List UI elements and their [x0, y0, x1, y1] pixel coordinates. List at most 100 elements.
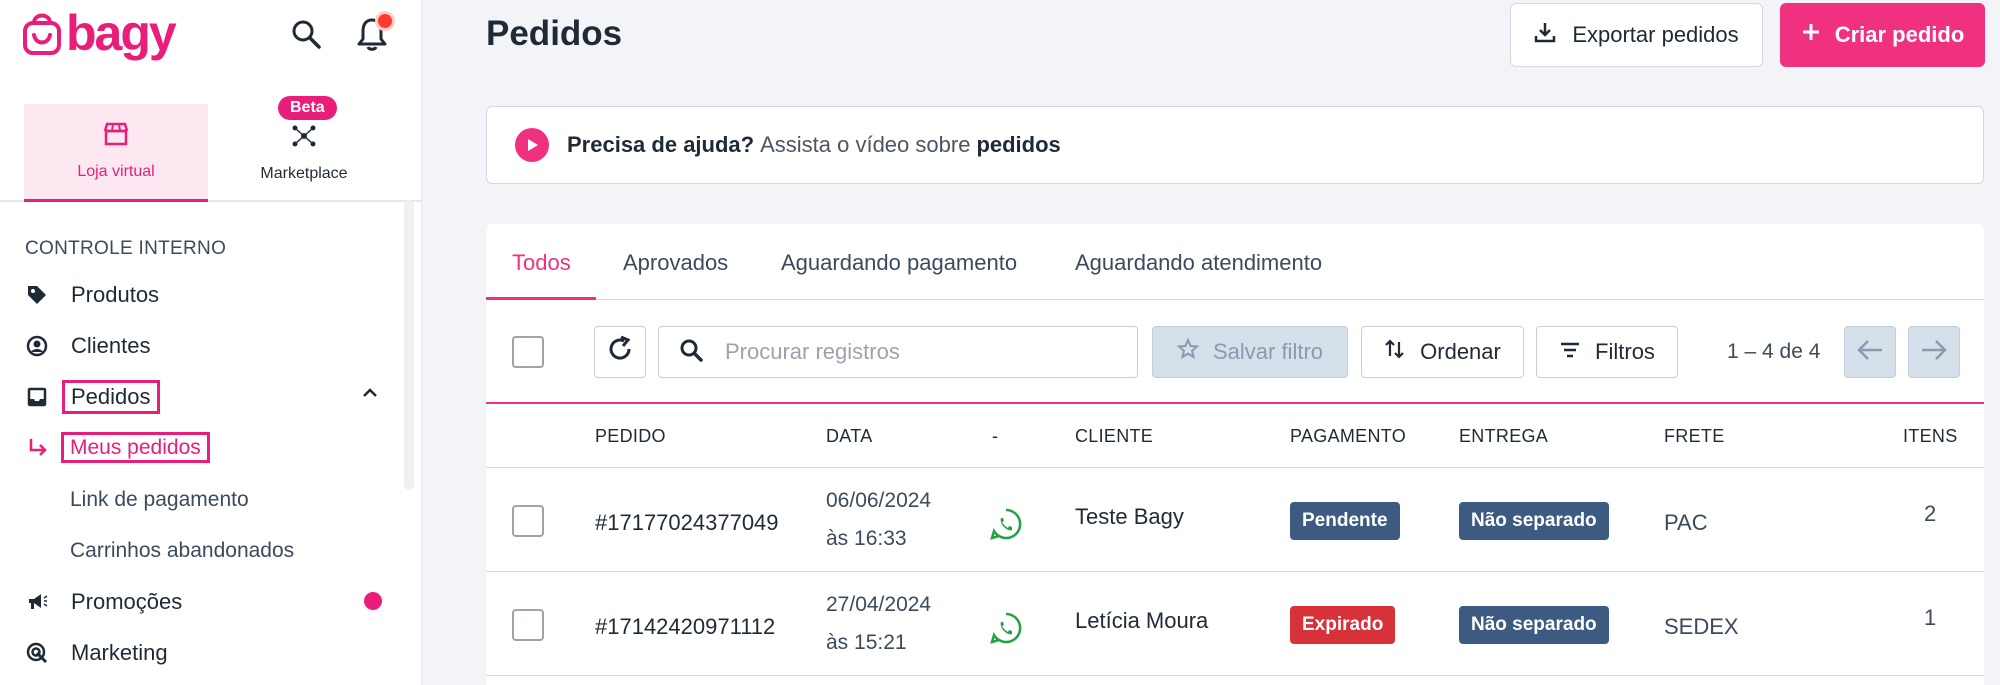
col-cliente[interactable]: CLIENTE: [1075, 426, 1153, 447]
order-date: 27/04/2024 às 15:21: [826, 586, 931, 662]
store-tab-label: Loja virtual: [77, 163, 155, 180]
prev-page-button[interactable]: [1844, 326, 1896, 378]
shipping-method: PAC: [1664, 510, 1708, 535]
col-pagamento[interactable]: PAGAMENTO: [1290, 426, 1406, 447]
refresh-button[interactable]: [594, 326, 646, 378]
table-toolbar: Salvar filtro Ordenar Filtros 1 – 4 de 4: [486, 300, 1984, 404]
tab-todos[interactable]: Todos: [512, 250, 571, 276]
orders-card: Todos Aprovados Aguardando pagamento Agu…: [486, 224, 1984, 685]
store-icon: [103, 122, 129, 151]
pagination-info: 1 – 4 de 4: [1727, 340, 1821, 363]
sidebar-scrollbar[interactable]: [404, 200, 414, 490]
sidebar-subitem-carrinhos[interactable]: Carrinhos abandonados: [70, 539, 294, 563]
notification-dot: [378, 14, 392, 28]
filters-label: Filtros: [1595, 339, 1655, 364]
user-circle-icon: [25, 334, 49, 358]
brand-name: bagy: [66, 5, 177, 61]
sidebar-item-marketing[interactable]: Marketing: [25, 635, 168, 671]
help-video-banner[interactable]: Precisa de ajuda? Assista o vídeo sobre …: [486, 106, 1984, 184]
help-lead: Precisa de ajuda?: [567, 132, 755, 157]
row-checkbox[interactable]: [512, 609, 544, 641]
sidebar-item-produtos[interactable]: Produtos: [25, 277, 159, 313]
client-name[interactable]: Teste Bagy: [1075, 504, 1184, 530]
order-date-time: às 15:21: [826, 631, 907, 654]
sidebar-item-label: Promoções: [71, 589, 183, 614]
create-order-button[interactable]: Criar pedido: [1780, 3, 1985, 67]
payment-status-badge: Pendente: [1290, 502, 1400, 540]
sidebar-item-label: Pedidos: [62, 380, 160, 414]
plus-icon: [1801, 22, 1821, 48]
sub-item-arrow-icon: [26, 436, 50, 465]
save-filter-label: Salvar filtro: [1212, 339, 1324, 364]
export-orders-button[interactable]: Exportar pedidos: [1510, 3, 1763, 67]
client-name[interactable]: Letícia Moura: [1075, 608, 1208, 634]
notification-bell-icon[interactable]: [352, 14, 392, 54]
next-page-button[interactable]: [1908, 326, 1960, 378]
search-icon: [679, 338, 703, 367]
bag-icon: [23, 13, 61, 55]
target-icon: [25, 641, 49, 665]
order-status-tabs: Todos Aprovados Aguardando pagamento Agu…: [486, 224, 1984, 300]
delivery-status-badge: Não separado: [1459, 606, 1609, 644]
item-count: 1: [1924, 605, 1937, 630]
sidebar-item-label: Produtos: [71, 282, 160, 307]
tab-aguardando-pagamento[interactable]: Aguardando pagamento: [781, 250, 1017, 276]
promo-indicator-dot: [364, 592, 382, 610]
arrow-left-icon: [1856, 339, 1884, 366]
row-checkbox[interactable]: [512, 505, 544, 537]
section-title: CONTROLE INTERNO: [25, 238, 227, 259]
col-itens[interactable]: ITENS: [1903, 426, 1958, 447]
export-orders-label: Exportar pedidos: [1572, 22, 1739, 47]
sort-icon: [1384, 338, 1406, 366]
refresh-icon: [606, 335, 634, 369]
sidebar-item-label: Marketing: [71, 640, 168, 665]
shipping-method: SEDEX: [1664, 614, 1739, 639]
order-date: 06/06/2024 às 16:33: [826, 482, 931, 558]
tag-icon: [25, 283, 49, 307]
sidebar-item-promocoes[interactable]: Promoções: [25, 584, 182, 620]
table-header: PEDIDO DATA - CLIENTE PAGAMENTO ENTREGA …: [486, 404, 1984, 468]
search-icon[interactable]: [286, 14, 326, 54]
sidebar-subitem-link-pagamento[interactable]: Link de pagamento: [70, 488, 249, 512]
table-row[interactable]: #17177024377049 06/06/2024 às 16:33 Test…: [486, 469, 1984, 572]
page-title: Pedidos: [486, 14, 623, 53]
sidebar-subitem-meus-pedidos[interactable]: Meus pedidos: [61, 432, 210, 463]
tab-aprovados[interactable]: Aprovados: [623, 250, 728, 276]
table-row[interactable]: #17142420971112 27/04/2024 às 15:21 Letí…: [486, 573, 1984, 676]
col-entrega[interactable]: ENTREGA: [1459, 426, 1548, 447]
order-date-time: às 16:33: [826, 527, 907, 550]
sidebar-item-pedidos[interactable]: Pedidos: [25, 379, 160, 415]
sidebar-subitem-label: Meus pedidos: [61, 432, 210, 463]
order-id[interactable]: #17177024377049: [595, 510, 779, 536]
whatsapp-icon[interactable]: [989, 507, 1023, 546]
search-input[interactable]: [725, 339, 1105, 365]
sidebar: bagy Loja virtual Marketplace Beta CONTR…: [0, 0, 422, 685]
whatsapp-icon[interactable]: [989, 611, 1023, 650]
order-id[interactable]: #17142420971112: [595, 614, 775, 640]
sort-button[interactable]: Ordenar: [1361, 326, 1524, 378]
sort-label: Ordenar: [1420, 339, 1501, 364]
search-field[interactable]: [658, 326, 1138, 378]
col-pedido[interactable]: PEDIDO: [595, 426, 666, 447]
chevron-up-icon[interactable]: [360, 386, 380, 405]
create-order-label: Criar pedido: [1834, 22, 1965, 47]
order-date-day: 27/04/2024: [826, 593, 932, 616]
store-tab-label: Marketplace: [260, 164, 348, 182]
help-link: pedidos: [976, 132, 1061, 157]
store-tab-loja-virtual[interactable]: Loja virtual: [24, 104, 208, 202]
filters-button[interactable]: Filtros: [1536, 326, 1678, 378]
col-frete[interactable]: FRETE: [1664, 426, 1725, 447]
select-all-checkbox[interactable]: [512, 336, 544, 368]
store-switcher: Loja virtual Marketplace: [0, 104, 422, 202]
sidebar-item-clientes[interactable]: Clientes: [25, 328, 150, 364]
download-icon: [1534, 21, 1556, 49]
order-date-day: 06/06/2024: [826, 489, 932, 512]
payment-status-badge: Expirado: [1290, 606, 1396, 644]
marketplace-icon: [291, 124, 317, 153]
tab-aguardando-atendimento[interactable]: Aguardando atendimento: [1075, 250, 1322, 276]
bagy-logo[interactable]: bagy: [22, 5, 177, 61]
item-count: 2: [1924, 501, 1937, 526]
save-filter-button[interactable]: Salvar filtro: [1152, 326, 1348, 378]
col-data[interactable]: DATA: [826, 426, 873, 447]
beta-badge: Beta: [278, 96, 337, 120]
